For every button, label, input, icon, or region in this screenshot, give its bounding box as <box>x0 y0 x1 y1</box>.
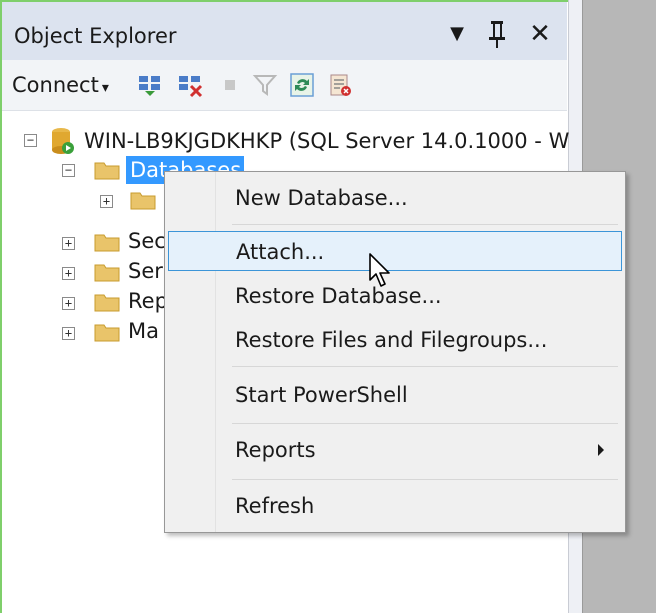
submenu-arrow-icon <box>598 444 604 456</box>
menu-separator <box>232 366 618 367</box>
connect-object-explorer-icon[interactable] <box>137 72 163 98</box>
mouse-pointer-icon <box>369 253 390 287</box>
activity-monitor-icon[interactable] <box>327 72 353 98</box>
connect-dropdown-icon: ▾ <box>101 80 109 96</box>
menu-item-label: Refresh <box>235 494 315 518</box>
menu-separator <box>232 224 618 225</box>
menu-item-label: New Database... <box>235 186 408 210</box>
menu-item-new-database[interactable]: New Database... <box>168 178 622 218</box>
menu-separator <box>232 423 618 424</box>
panel-title: Object Explorer <box>14 24 177 48</box>
menu-item-label: Restore Database... <box>235 284 442 308</box>
disconnect-icon[interactable] <box>177 72 203 98</box>
databases-folder-icon <box>94 162 120 180</box>
menu-item-label: Restore Files and Filegroups... <box>235 328 548 352</box>
menu-item-label: Reports <box>235 438 316 462</box>
system-databases-expand-toggle[interactable]: + <box>100 195 113 208</box>
menu-item-start-powershell[interactable]: Start PowerShell <box>168 375 622 415</box>
management-node-label[interactable]: Ma <box>128 316 159 346</box>
system-databases-folder-icon <box>130 192 156 210</box>
security-node-label[interactable]: Sec <box>128 226 166 256</box>
management-folder-icon <box>94 324 120 342</box>
close-panel-icon[interactable]: ✕ <box>522 16 558 52</box>
connect-label: Connect <box>12 73 99 97</box>
object-explorer-titlebar: Object Explorer ▼ ✕ <box>2 2 567 60</box>
menu-separator <box>232 479 618 480</box>
object-explorer-toolbar: Connect ▾ <box>2 60 567 111</box>
server-objects-expand-toggle[interactable]: + <box>62 267 75 280</box>
menu-item-restore-files-filegroups[interactable]: Restore Files and Filegroups... <box>168 320 622 360</box>
window-position-dropdown-icon[interactable]: ▼ <box>442 16 472 52</box>
menu-item-reports[interactable]: Reports <box>168 430 622 470</box>
server-objects-node-label[interactable]: Ser <box>128 256 163 286</box>
connect-button[interactable]: Connect ▾ <box>12 73 109 97</box>
menu-item-attach[interactable]: Attach... <box>168 231 622 271</box>
server-database-icon <box>52 128 74 154</box>
security-expand-toggle[interactable]: + <box>62 237 75 250</box>
menu-item-refresh[interactable]: Refresh <box>168 486 622 526</box>
server-collapse-toggle[interactable]: − <box>24 134 37 147</box>
management-expand-toggle[interactable]: + <box>62 327 75 340</box>
auto-hide-pin-icon[interactable] <box>482 16 512 52</box>
refresh-icon[interactable] <box>289 72 315 98</box>
stop-icon[interactable] <box>217 72 243 98</box>
menu-item-label: Start PowerShell <box>235 383 408 407</box>
menu-item-restore-database[interactable]: Restore Database... <box>168 276 622 316</box>
databases-context-menu: New Database... Attach... Restore Databa… <box>164 171 626 533</box>
databases-collapse-toggle[interactable]: − <box>62 164 75 177</box>
server-node-label[interactable]: WIN-LB9KJGDKHKP (SQL Server 14.0.1000 - … <box>84 126 569 156</box>
replication-folder-icon <box>94 294 120 312</box>
menu-item-label: Attach... <box>236 240 325 264</box>
replication-node-label[interactable]: Rep <box>128 286 168 316</box>
replication-expand-toggle[interactable]: + <box>62 297 75 310</box>
server-objects-folder-icon <box>94 264 120 282</box>
security-folder-icon <box>94 234 120 252</box>
filter-icon[interactable] <box>252 72 278 98</box>
